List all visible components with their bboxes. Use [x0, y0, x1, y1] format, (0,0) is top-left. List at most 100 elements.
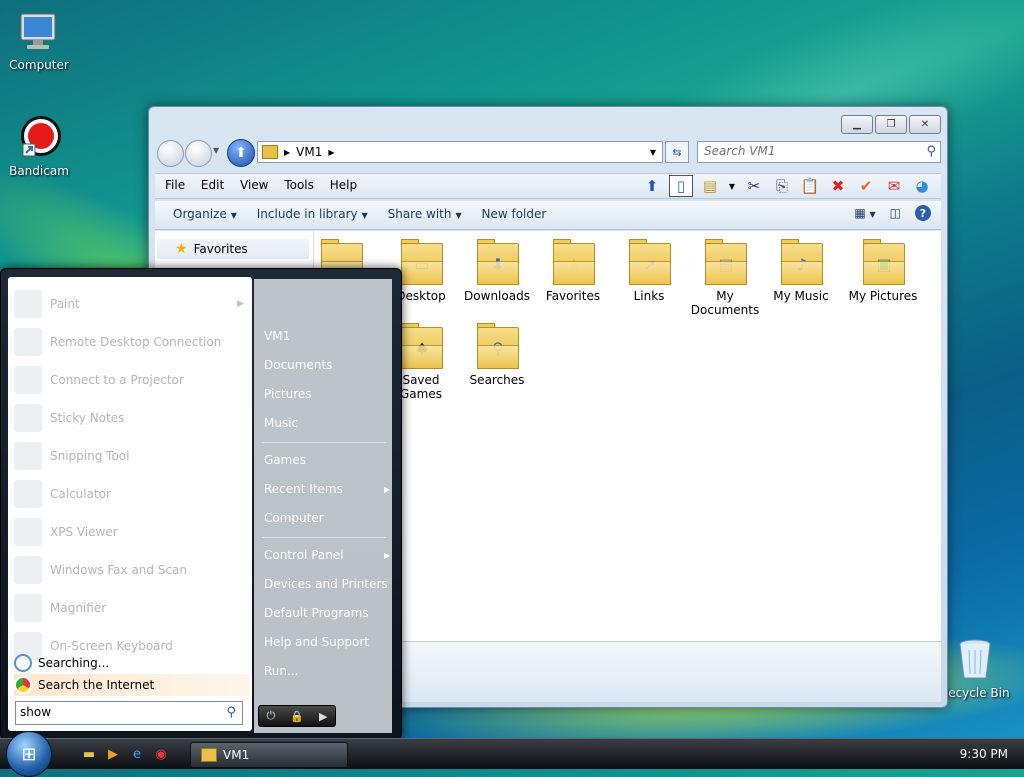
menu-tools[interactable]: Tools [278, 174, 320, 196]
start-link-documents[interactable]: Documents [264, 358, 332, 372]
back-button[interactable] [157, 140, 184, 167]
up-arrow-icon[interactable]: ⬆ [641, 176, 663, 196]
address-bar[interactable]: ▶ VM1 ▶ ▼ [257, 141, 663, 163]
search-input[interactable] [698, 142, 920, 160]
program-item[interactable]: XPS Viewer [14, 515, 250, 549]
folder-icon[interactable]: ▬ [80, 745, 98, 763]
address-dropdown-icon[interactable]: ▼ [650, 148, 656, 157]
folder-label: My Pictures [848, 289, 918, 303]
up-level-button[interactable]: ⬆ [227, 139, 255, 167]
program-item[interactable]: Magnifier [14, 591, 250, 625]
folder-item[interactable]: ⚲ Searches [458, 323, 536, 387]
chess-piece-icon: ♠ [399, 323, 443, 369]
search-box[interactable]: ⚲ [697, 141, 941, 163]
start-search-box[interactable]: ⚲ [15, 701, 243, 725]
media-player-icon[interactable]: ▶ [104, 745, 122, 763]
program-item[interactable]: Paint ▶ [14, 287, 250, 321]
program-item[interactable]: Remote Desktop Connection [14, 325, 250, 359]
checkmark-icon[interactable]: ✔ [855, 176, 877, 196]
start-link-vm1[interactable]: VM1 [264, 329, 290, 343]
desktop-icon-computer[interactable]: Computer [4, 8, 74, 72]
chevron-right-icon[interactable]: ▶ [328, 148, 334, 157]
chevron-right-icon[interactable]: ▶ [284, 148, 290, 157]
cut-icon[interactable]: ✂ [743, 176, 765, 196]
shutdown-options-arrow-icon[interactable]: ▶ [319, 710, 327, 723]
folder-item[interactable]: ➚ Links [610, 239, 688, 303]
desktop-icon-recycle-bin[interactable]: Recycle Bin [940, 636, 1010, 700]
start-button[interactable]: ⊞ [6, 731, 52, 777]
program-item[interactable]: Windows Fax and Scan [14, 553, 250, 587]
taskbar-window-button[interactable]: VM1 [190, 742, 348, 768]
desktop-icon-bandicam[interactable]: Bandicam [4, 114, 74, 178]
refresh-icon: ⇆ [672, 145, 682, 159]
power-icon[interactable]: ⏻ [267, 709, 276, 723]
search-internet-item[interactable]: Search the Internet [14, 674, 250, 696]
link-arrow-icon: ➚ [627, 239, 671, 285]
lock-icon[interactable]: 🔒 [290, 710, 304, 723]
program-list: Paint ▶ Remote Desktop Connection Connect… [8, 277, 252, 731]
internet-explorer-icon[interactable]: e [128, 745, 146, 763]
start-link-computer[interactable]: Computer [264, 511, 324, 525]
start-link-default-programs[interactable]: Default Programs [264, 606, 369, 620]
forward-button[interactable] [185, 140, 212, 167]
share-with-button[interactable]: Share with ▼ [380, 201, 470, 221]
refresh-button[interactable]: ⇆ [665, 141, 689, 163]
delete-icon[interactable]: ✖ [827, 176, 849, 196]
start-link-control-panel[interactable]: Control Panel ▶ [264, 548, 390, 562]
folder-item[interactable]: ♪ My Music [762, 239, 840, 303]
menu-help[interactable]: Help [324, 174, 363, 196]
copy-icon[interactable]: ⎘ [771, 176, 793, 196]
paint-icon [14, 290, 42, 318]
new-folder-button[interactable]: New folder [473, 201, 554, 221]
program-item[interactable]: Snipping Tool [14, 439, 250, 473]
minimize-button[interactable]: ▁ [841, 115, 873, 134]
folder-item[interactable]: ▣ My Pictures [838, 239, 928, 303]
menu-file[interactable]: File [159, 174, 191, 196]
folder-options-icon[interactable]: ▤ [699, 176, 721, 196]
restore-button[interactable]: ❐ [875, 115, 907, 134]
picture-icon: ▣ [861, 239, 905, 285]
folder-icon [201, 748, 217, 762]
start-link-pictures[interactable]: Pictures [264, 387, 312, 401]
address-path[interactable]: VM1 [296, 145, 322, 159]
menu-view[interactable]: View [234, 174, 274, 196]
organize-label: Organize [173, 207, 227, 221]
network-globe-icon[interactable]: ◕ [911, 176, 933, 196]
start-link-music[interactable]: Music [264, 416, 298, 430]
change-view-button[interactable]: ▦ ▼ [854, 206, 875, 220]
program-label: XPS Viewer [50, 525, 118, 539]
submenu-arrow-icon: ▶ [237, 299, 244, 309]
help-button[interactable]: ? [915, 205, 931, 221]
dropdown-arrow-icon[interactable]: ▼ [727, 176, 737, 196]
program-item[interactable]: Calculator [14, 477, 250, 511]
program-item[interactable]: Sticky Notes [14, 401, 250, 435]
preview-pane-button[interactable]: ◫ [890, 206, 901, 220]
recent-pages-chevron-icon[interactable]: ▼ [213, 146, 219, 155]
program-item[interactable]: Connect to a Projector [14, 363, 250, 397]
clock[interactable]: 9:30 PM [960, 747, 1008, 761]
folder-label: Searches [469, 373, 525, 387]
start-link-games[interactable]: Games [264, 453, 306, 467]
folder-item[interactable]: ⬇ Downloads [458, 239, 536, 303]
recent-items-label: Recent Items [264, 482, 343, 496]
start-link-run[interactable]: Run... [264, 664, 298, 678]
start-link-devices-printers[interactable]: Devices and Printers [264, 577, 388, 591]
folder-item[interactable]: ★ Favorites [534, 239, 612, 303]
include-in-library-button[interactable]: Include in library ▼ [249, 201, 376, 221]
nav-favorites[interactable]: ★ Favorites [157, 239, 309, 259]
paste-icon[interactable]: 📋 [799, 176, 821, 196]
properties-icon[interactable]: ✉ [883, 176, 905, 196]
folder-item[interactable]: ▤ My Documents [686, 239, 764, 317]
organize-button[interactable]: Organize ▼ [165, 201, 245, 221]
start-link-help-support[interactable]: Help and Support [264, 635, 369, 649]
menu-edit[interactable]: Edit [195, 174, 230, 196]
search-icon[interactable]: ⚲ [926, 144, 936, 159]
caption-buttons: ▁ ❐ ✕ [841, 115, 941, 134]
preview-pane-icon[interactable]: ▯ [669, 175, 693, 197]
chrome-icon[interactable]: ◉ [152, 745, 170, 763]
start-link-recent-items[interactable]: Recent Items ▶ [264, 482, 390, 496]
separator [262, 442, 386, 443]
search-icon[interactable]: ⚲ [226, 705, 236, 720]
close-button[interactable]: ✕ [909, 115, 941, 134]
start-search-input[interactable] [16, 702, 214, 722]
